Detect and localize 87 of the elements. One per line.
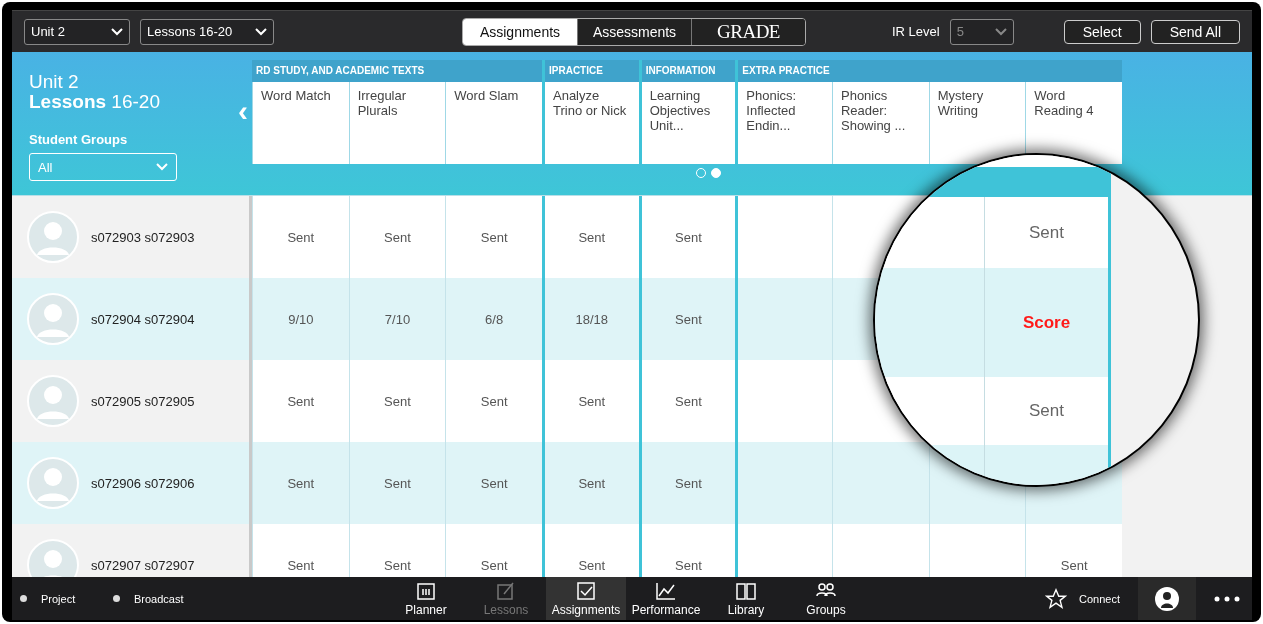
- more-icon[interactable]: [1214, 595, 1240, 602]
- table-cell: Sent: [638, 524, 736, 577]
- table-cell: Sent: [1025, 524, 1122, 577]
- student-name: s072907 s072907: [91, 557, 195, 573]
- magnified-cell: Score: [985, 268, 1108, 377]
- column-header[interactable]: Phonics: Inflected Endin...: [735, 82, 832, 164]
- table-cell: 18/18: [542, 278, 639, 360]
- table-cell: Sent: [638, 442, 736, 524]
- action-button[interactable]: Send All: [1150, 19, 1240, 44]
- table-cell: 6/8: [445, 278, 542, 360]
- nav-tab[interactable]: Assignments: [546, 577, 626, 620]
- table-cell: Sent: [542, 196, 639, 278]
- column-header[interactable]: Irregular Plurals: [348, 82, 446, 164]
- column-group-header: RD STUDY, AND ACADEMIC TEXTS: [252, 60, 542, 82]
- chart-icon: [655, 581, 677, 601]
- nav-tab[interactable]: Performance: [626, 577, 706, 620]
- column-header[interactable]: Word Slam: [445, 82, 542, 164]
- tab[interactable]: Assessments: [577, 18, 691, 45]
- nav-tab[interactable]: Library: [706, 577, 786, 620]
- table-cell: Sent: [542, 360, 639, 442]
- table-cell: Sent: [445, 360, 542, 442]
- chevron-down-icon: [994, 27, 1007, 36]
- lessons-dropdown[interactable]: Lessons 16-20: [140, 18, 274, 45]
- tab[interactable]: Assignments: [463, 18, 577, 45]
- student-name: s072906 s072906: [91, 475, 195, 491]
- bottom-link[interactable]: Broadcast: [134, 592, 184, 605]
- user-icon: [1154, 585, 1180, 612]
- table-cell: Sent: [348, 360, 446, 442]
- table-cell: Sent: [252, 524, 349, 577]
- calendar-icon: [416, 581, 436, 601]
- student-name: s072905 s072905: [91, 393, 195, 409]
- table-cell: 9/10: [252, 278, 349, 360]
- table-cell: Sent: [445, 442, 542, 524]
- action-button[interactable]: Select: [1063, 19, 1141, 44]
- avatar-icon: [27, 375, 79, 427]
- magnified-cell: Sent: [985, 377, 1108, 445]
- star-icon[interactable]: [1045, 587, 1067, 610]
- unit-dropdown[interactable]: Unit 2: [24, 18, 130, 45]
- table-cell: Sent: [542, 524, 639, 577]
- page-dot[interactable]: [710, 168, 721, 178]
- nav-tab[interactable]: Planner: [386, 577, 466, 620]
- table-cell: Sent: [348, 442, 446, 524]
- table-cell: Sent: [638, 196, 736, 278]
- lessons-title: Lessons 16-20: [29, 92, 160, 112]
- nav-tab[interactable]: Groups: [786, 577, 866, 620]
- bottom-link[interactable]: Project: [41, 592, 76, 605]
- column-header[interactable]: Word Match: [252, 82, 349, 164]
- unit-title: Unit 2: [29, 72, 79, 92]
- chevron-down-icon: [111, 27, 123, 36]
- connect-link[interactable]: Connect: [1079, 592, 1120, 605]
- table-cell: 7/10: [348, 278, 446, 360]
- dot-icon: [20, 595, 27, 602]
- groups-label: Student Groups: [29, 132, 128, 147]
- table-cell: Sent: [638, 278, 736, 360]
- table-cell: Sent: [348, 196, 446, 278]
- avatar-icon: [27, 211, 79, 263]
- column-header[interactable]: Learning Objectives Unit...: [638, 82, 736, 164]
- column-header[interactable]: Phonics Reader: Showing ...: [832, 82, 929, 164]
- table-cell: Sent: [348, 524, 446, 577]
- student-name: s072903 s072903: [91, 229, 195, 245]
- checkbox-icon: [576, 581, 596, 601]
- column-group-header: IPRACTICE: [542, 60, 639, 82]
- table-cell: Sent: [638, 360, 736, 442]
- table-cell: Sent: [542, 442, 639, 524]
- table-cell: Sent: [252, 196, 349, 278]
- avatar-icon: [27, 457, 79, 509]
- chevron-down-icon: [156, 163, 168, 171]
- column-group-header: EXTRA PRACTICE: [735, 60, 1122, 82]
- table-cell: Sent: [445, 196, 542, 278]
- avatar-icon: [27, 293, 79, 345]
- book-icon: [735, 581, 757, 601]
- avatar-icon: [27, 539, 79, 577]
- chevron-down-icon: [255, 27, 267, 36]
- column-group-header: INFORMATION: [638, 60, 736, 82]
- magnified-cell: Sent: [985, 197, 1108, 268]
- dot-icon: [113, 595, 120, 602]
- column-header[interactable]: Word Reading 4: [1025, 82, 1122, 164]
- table-cell: Sent: [445, 524, 542, 577]
- column-header[interactable]: Analyze Trino or Nick: [542, 82, 639, 164]
- column-header[interactable]: Mystery Writing: [928, 82, 1026, 164]
- edit-icon: [496, 581, 516, 601]
- user-button[interactable]: [1138, 577, 1196, 620]
- student-name: s072904 s072904: [91, 311, 195, 327]
- table-cell: Sent: [252, 360, 349, 442]
- ir-level-label: IR Level: [892, 24, 940, 39]
- table-cell: Sent: [252, 442, 349, 524]
- logo-tab[interactable]: GRADE: [691, 18, 805, 45]
